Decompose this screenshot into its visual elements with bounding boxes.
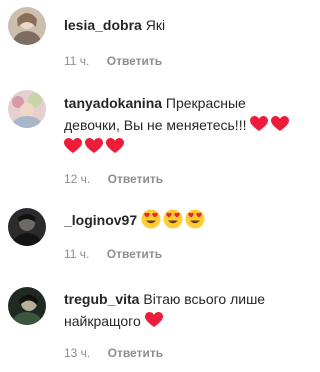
comment-body: tanyadokanina Прекрасные девочки, Вы не … bbox=[64, 92, 295, 158]
reply-button[interactable]: Ответить bbox=[108, 172, 163, 186]
red-heart-icon bbox=[64, 138, 82, 153]
comment-body: _loginov97 bbox=[64, 209, 295, 231]
red-heart-icon bbox=[144, 312, 163, 327]
comment-username[interactable]: _loginov97 bbox=[64, 212, 137, 228]
comment-meta: 11 ч. Ответить bbox=[64, 54, 162, 68]
comment-time: 11 ч. bbox=[64, 247, 90, 261]
avatar[interactable] bbox=[8, 208, 46, 246]
comment-meta: 11 ч. Ответить bbox=[64, 247, 162, 261]
comment-body: tregub_vita Вітаю всього лише найкращого bbox=[64, 288, 295, 332]
heart-eyes-face-icon bbox=[163, 209, 183, 229]
red-heart-icon bbox=[250, 116, 269, 131]
comment-meta: 12 ч. Ответить bbox=[64, 172, 163, 186]
reply-button[interactable]: Ответить bbox=[108, 346, 163, 360]
comment-item: tregub_vita Вітаю всього лише найкращого… bbox=[0, 284, 305, 372]
comment-item: _loginov97 11 ч. Ответить bbox=[0, 202, 305, 282]
reply-button[interactable]: Ответить bbox=[107, 247, 162, 261]
comment-item: lesia_dobra Які 11 ч. Ответить bbox=[0, 0, 305, 75]
comment-meta: 13 ч. Ответить bbox=[64, 346, 163, 360]
heart-eyes-face-icon bbox=[185, 209, 205, 229]
comment-text: Які bbox=[145, 17, 166, 33]
comment-time: 11 ч. bbox=[64, 54, 90, 68]
comment-body: lesia_dobra Які bbox=[64, 14, 295, 36]
red-heart-icon bbox=[271, 116, 290, 131]
comment-time: 12 ч. bbox=[64, 172, 91, 186]
reply-button[interactable]: Ответить bbox=[107, 54, 162, 68]
avatar[interactable] bbox=[8, 90, 46, 128]
avatar[interactable] bbox=[8, 287, 46, 325]
avatar[interactable] bbox=[8, 7, 46, 45]
heart-eyes-face-icon bbox=[141, 209, 161, 229]
comment-item: tanyadokanina Прекрасные девочки, Вы не … bbox=[0, 88, 305, 198]
comment-username[interactable]: tregub_vita bbox=[64, 291, 139, 307]
red-heart-icon bbox=[106, 138, 124, 153]
comment-time: 13 ч. bbox=[64, 346, 91, 360]
red-heart-icon bbox=[85, 138, 103, 153]
comment-username[interactable]: tanyadokanina bbox=[64, 95, 162, 111]
comment-username[interactable]: lesia_dobra bbox=[64, 17, 142, 33]
